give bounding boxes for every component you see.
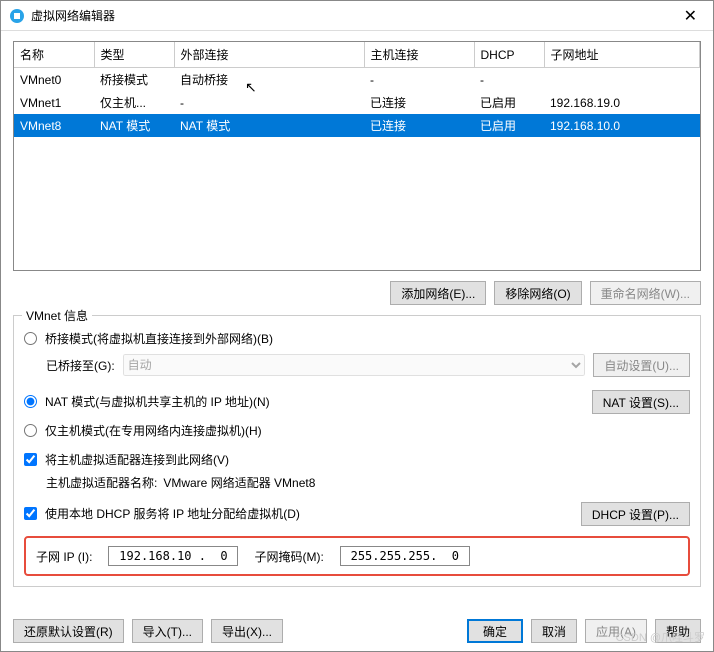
dhcp-settings-button[interactable]: DHCP 设置(P)... [581,502,690,526]
bottom-button-bar: 还原默认设置(R) 导入(T)... 导出(X)... 确定 取消 应用(A) … [13,619,701,643]
cancel-button[interactable]: 取消 [531,619,577,643]
bridge-mode-radio[interactable] [24,332,37,345]
host-adapter-label: 将主机虚拟适配器连接到此网络(V) [45,451,229,468]
add-network-button[interactable]: 添加网络(E)... [390,281,486,305]
hostonly-mode-label: 仅主机模式(在专用网络内连接虚拟机)(H) [45,422,262,439]
rename-network-button: 重命名网络(W)... [590,281,701,305]
dhcp-label: 使用本地 DHCP 服务将 IP 地址分配给虚拟机(D) [45,505,300,522]
hostonly-mode-radio[interactable] [24,424,37,437]
nat-mode-label: NAT 模式(与虚拟机共享主机的 IP 地址)(N) [45,393,270,410]
subnet-ip-label: 子网 IP (I): [36,548,92,565]
subnet-ip-input[interactable] [108,546,238,566]
bridge-mode-label: 桥接模式(将虚拟机直接连接到外部网络)(B) [45,330,273,347]
nat-mode-radio[interactable] [24,395,37,408]
column-header[interactable]: 类型 [94,42,174,68]
column-header[interactable]: 主机连接 [364,42,474,68]
host-adapter-name-value: VMware 网络适配器 VMnet8 [163,474,315,491]
subnet-highlight-box: 子网 IP (I): 子网掩码(M): [24,536,690,576]
app-icon [9,8,25,24]
table-row[interactable]: VMnet0桥接模式自动桥接-- [14,68,700,92]
subnet-mask-input[interactable] [340,546,470,566]
column-header[interactable]: 子网地址 [544,42,700,68]
column-header[interactable]: DHCP [474,42,544,68]
bridged-to-select: 自动 [123,354,586,376]
host-adapter-checkbox[interactable] [24,453,37,466]
window-title: 虚拟网络编辑器 [31,7,676,24]
table-row[interactable]: VMnet1仅主机...-已连接已启用192.168.19.0 [14,91,700,114]
restore-defaults-button[interactable]: 还原默认设置(R) [13,619,124,643]
remove-network-button[interactable]: 移除网络(O) [494,281,581,305]
bridged-to-label: 已桥接至(G): [46,357,115,374]
auto-settings-button: 自动设置(U)... [593,353,690,377]
export-button[interactable]: 导出(X)... [211,619,283,643]
network-table[interactable]: 名称类型外部连接主机连接DHCP子网地址 VMnet0桥接模式自动桥接--VMn… [13,41,701,271]
column-header[interactable]: 名称 [14,42,94,68]
titlebar: 虚拟网络编辑器 ✕ [1,1,713,31]
close-icon[interactable]: ✕ [676,6,705,26]
virtual-network-editor-window: 虚拟网络编辑器 ✕ 名称类型外部连接主机连接DHCP子网地址 VMnet0桥接模… [0,0,714,652]
table-row[interactable]: VMnet8NAT 模式NAT 模式已连接已启用192.168.10.0 [14,114,700,137]
vmnet-info-group: VMnet 信息 桥接模式(将虚拟机直接连接到外部网络)(B) 已桥接至(G):… [13,315,701,587]
host-adapter-name-label: 主机虚拟适配器名称: [46,474,157,491]
nat-settings-button[interactable]: NAT 设置(S)... [592,390,690,414]
subnet-mask-label: 子网掩码(M): [254,548,323,565]
column-header[interactable]: 外部连接 [174,42,364,68]
import-button[interactable]: 导入(T)... [132,619,203,643]
dhcp-checkbox[interactable] [24,507,37,520]
ok-button[interactable]: 确定 [467,619,523,643]
group-legend: VMnet 信息 [22,307,92,324]
watermark: CSDN @爪哇斗罗 [616,629,705,645]
